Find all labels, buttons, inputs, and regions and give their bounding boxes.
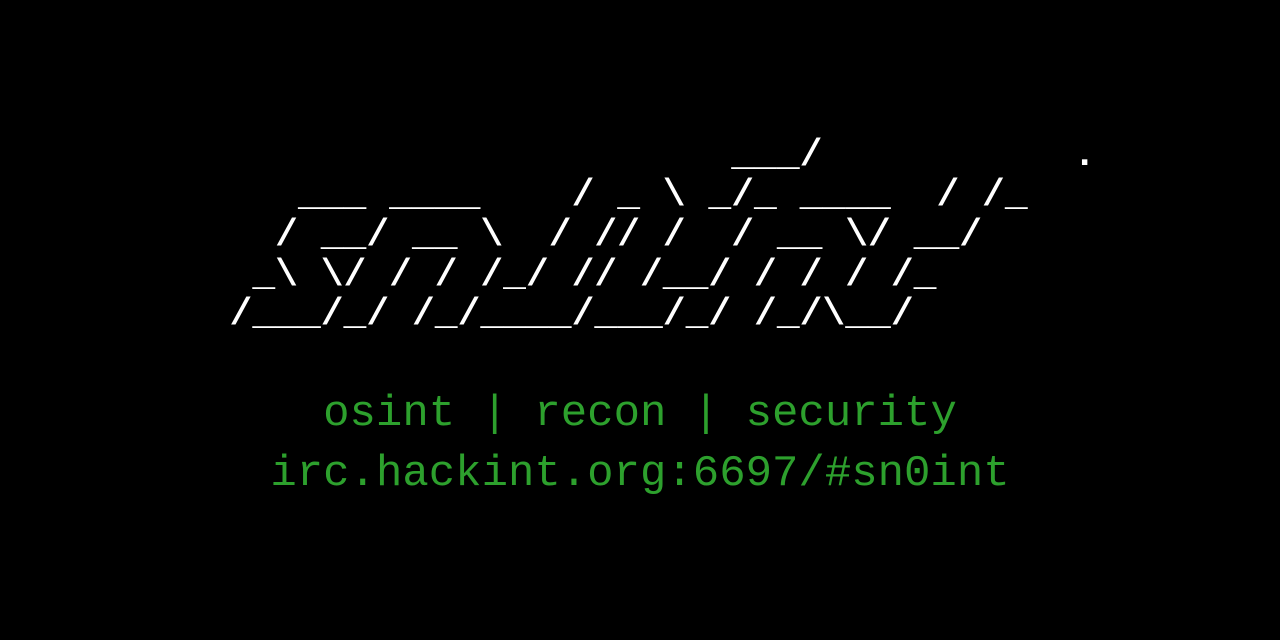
- tag-security: security: [746, 389, 957, 439]
- separator: |: [666, 389, 745, 439]
- tag-osint: osint: [323, 389, 455, 439]
- tags-line: osint | recon | security: [270, 385, 1009, 444]
- separator: |: [455, 389, 534, 439]
- irc-address: irc.hackint.org:6697/#sn0int: [270, 445, 1009, 504]
- tag-recon: recon: [534, 389, 666, 439]
- ascii-logo: ___/ . ___ ____ / _ \ _/_ ____ / /_ / __…: [184, 136, 1096, 335]
- tagline-block: osint | recon | security irc.hackint.org…: [270, 385, 1009, 504]
